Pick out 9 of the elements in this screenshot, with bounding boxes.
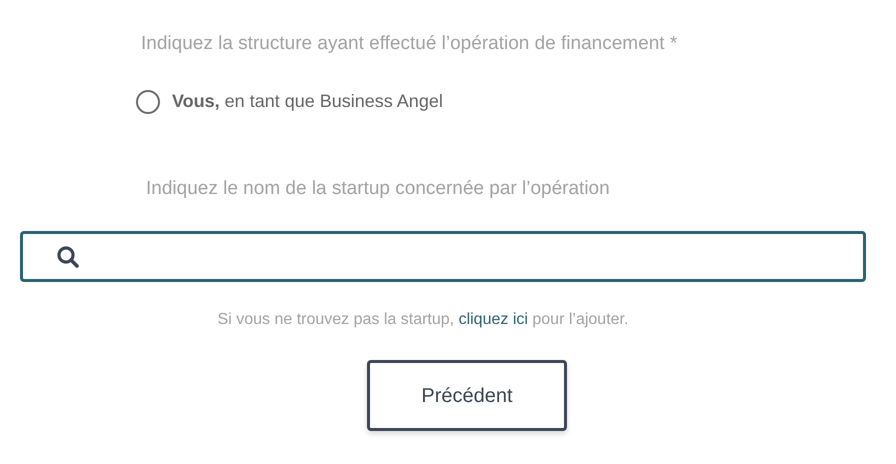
search-icon [56, 244, 80, 268]
help-text: Si vous ne trouvez pas la startup, cliquez ici pour l’ajouter. [216, 310, 630, 330]
search-field[interactable] [20, 231, 866, 282]
question-label: Indiquez la structure ayant effectué l’opération de financement * [141, 32, 678, 56]
previous-button[interactable]: Précédent [367, 360, 567, 431]
question-label: Indiquez le nom de la startup concernée par l’opération [146, 176, 611, 200]
add-startup-link[interactable]: cliquez ici [458, 311, 528, 328]
option-label: Vous, en tant que Business Angel [172, 90, 443, 113]
radio-button[interactable] [136, 90, 160, 114]
